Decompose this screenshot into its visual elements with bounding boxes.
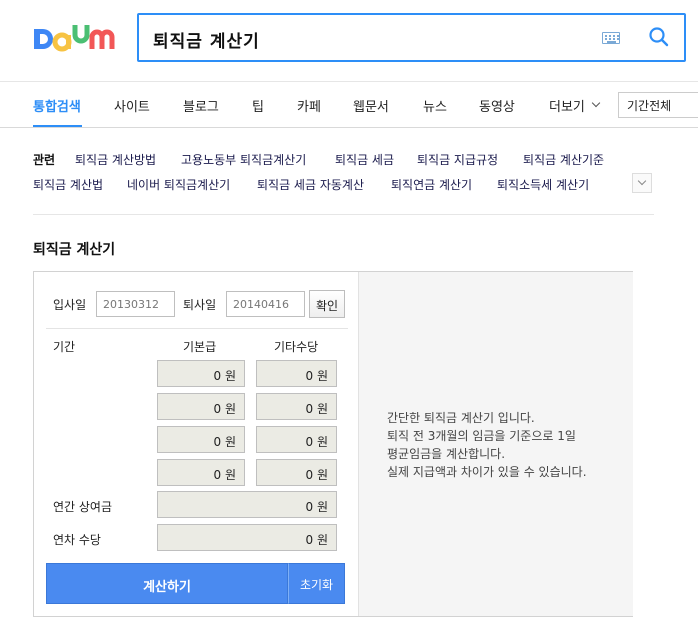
related-link[interactable]: 고용노동부 퇴직금계산기 — [181, 151, 306, 168]
related-link[interactable]: 퇴직금 세금 — [335, 151, 394, 168]
related-link[interactable]: 퇴직금 계산기준 — [523, 151, 604, 168]
other-pay-input[interactable]: 0 원 — [256, 393, 337, 420]
reset-button[interactable]: 초기화 — [288, 563, 345, 604]
other-pay-input[interactable]: 0 원 — [256, 459, 337, 486]
search-box[interactable]: 퇴직금 계산기 — [137, 13, 686, 62]
calculator-title: 퇴직금 계산기 — [33, 242, 116, 258]
related-link[interactable]: 퇴직연금 계산기 — [391, 176, 472, 193]
related-link[interactable]: 퇴직금 계산법 — [33, 176, 103, 193]
start-date-label: 입사일 — [53, 298, 87, 312]
daum-logo[interactable] — [32, 21, 118, 55]
related-link[interactable]: 퇴직금 세금 자동계산 — [257, 176, 364, 193]
tab-video[interactable]: 동영상 — [479, 96, 515, 115]
info-text: 실제 지급액과 차이가 있을 수 있습니다. — [387, 465, 587, 479]
tab-site[interactable]: 사이트 — [114, 96, 150, 115]
end-date-label: 퇴사일 — [183, 298, 217, 312]
confirm-button[interactable]: 확인 — [309, 290, 345, 318]
calculator-divider — [46, 328, 348, 329]
related-expand-button[interactable] — [632, 173, 652, 193]
period-column-label: 기간 — [53, 340, 76, 354]
tabs-divider — [0, 127, 698, 128]
annual-bonus-label: 연간 상여금 — [53, 500, 113, 514]
tab-web-docs[interactable]: 웹문서 — [353, 96, 389, 115]
tab-blog[interactable]: 블로그 — [183, 96, 219, 115]
base-pay-input[interactable]: 0 원 — [157, 459, 245, 486]
base-pay-input[interactable]: 0 원 — [157, 360, 245, 387]
section-divider — [33, 214, 654, 215]
base-pay-column-label: 기본급 — [183, 340, 217, 354]
period-filter-select[interactable]: 기간전체 — [618, 92, 698, 118]
base-pay-input[interactable]: 0 원 — [157, 426, 245, 453]
base-pay-input[interactable]: 0 원 — [157, 393, 245, 420]
other-pay-input[interactable]: 0 원 — [256, 360, 337, 387]
search-icon[interactable] — [648, 26, 670, 52]
keyboard-icon[interactable] — [602, 32, 620, 44]
related-link[interactable]: 퇴직금 계산방법 — [75, 151, 156, 168]
tab-cafe[interactable]: 카페 — [297, 96, 321, 115]
tab-tip[interactable]: 팁 — [252, 96, 264, 115]
chevron-down-icon — [637, 176, 647, 186]
annual-leave-pay-label: 연차 수당 — [53, 533, 101, 547]
annual-leave-pay-input[interactable]: 0 원 — [157, 524, 337, 551]
related-link[interactable]: 퇴직소득세 계산기 — [497, 176, 589, 193]
start-date-input[interactable]: 20130312 — [96, 291, 175, 317]
info-text: 간단한 퇴직금 계산기 입니다. — [387, 411, 535, 425]
calculator-info-panel: 간단한 퇴직금 계산기 입니다. 퇴직 전 3개월의 임금을 기준으로 1일 평… — [358, 272, 633, 616]
related-title: 관련 — [33, 153, 56, 167]
severance-calculator: 입사일 20130312 퇴사일 20140416 확인 기간 기본급 기타수당… — [33, 271, 633, 617]
other-pay-column-label: 기타수당 — [274, 340, 319, 354]
tab-more[interactable]: 더보기 — [549, 96, 585, 115]
end-date-input[interactable]: 20140416 — [226, 291, 305, 317]
info-text: 평균임금을 계산합니다. — [387, 447, 506, 461]
related-link[interactable]: 네이버 퇴직금계산기 — [127, 176, 230, 193]
calculate-button[interactable]: 계산하기 — [46, 563, 288, 604]
related-link[interactable]: 퇴직금 지급규정 — [417, 151, 498, 168]
chevron-down-icon[interactable] — [591, 98, 601, 108]
info-text: 퇴직 전 3개월의 임금을 기준으로 1일 — [387, 429, 576, 443]
search-input[interactable]: 퇴직금 계산기 — [153, 27, 260, 52]
annual-bonus-input[interactable]: 0 원 — [157, 491, 337, 518]
tab-integrated-search[interactable]: 통합검색 — [33, 96, 81, 115]
tab-news[interactable]: 뉴스 — [423, 96, 447, 115]
header-divider — [0, 81, 698, 82]
other-pay-input[interactable]: 0 원 — [256, 426, 337, 453]
